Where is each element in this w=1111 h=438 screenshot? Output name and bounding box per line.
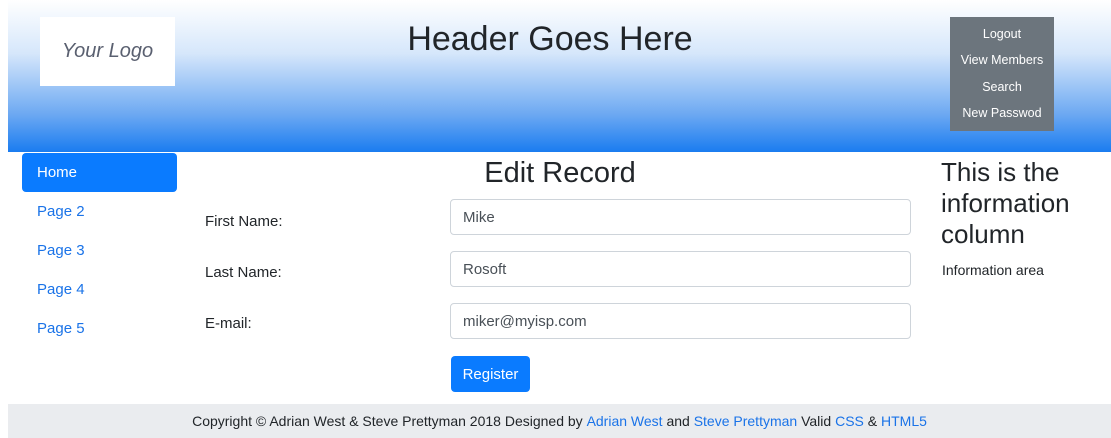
register-button[interactable]: Register	[451, 356, 530, 392]
nav-item-page-5[interactable]: Page 5	[22, 309, 177, 348]
page-header: Your Logo Header Goes Here Logout View M…	[8, 0, 1111, 152]
first-name-input[interactable]	[450, 199, 911, 235]
logout-link[interactable]: Logout	[983, 27, 1021, 42]
nav-item-page-4[interactable]: Page 4	[22, 270, 177, 309]
footer-link-adrian-west[interactable]: Adrian West	[587, 413, 663, 429]
email-input[interactable]	[450, 303, 911, 339]
info-column-title: This is the information column	[941, 157, 1070, 250]
logo: Your Logo	[40, 17, 175, 86]
header-title: Header Goes Here	[407, 20, 693, 58]
last-name-input[interactable]	[450, 251, 911, 287]
footer-text-valid: Valid	[797, 413, 836, 429]
user-menu: Logout View Members Search New Passwod	[950, 17, 1054, 131]
footer-text-amp: &	[863, 413, 881, 429]
footer-link-css[interactable]: CSS	[835, 413, 864, 429]
form-title: Edit Record	[484, 157, 636, 189]
nav-item-page-2[interactable]: Page 2	[22, 192, 177, 231]
sidebar-nav: Home Page 2 Page 3 Page 4 Page 5	[22, 153, 177, 348]
new-password-link[interactable]: New Passwod	[962, 106, 1041, 121]
info-area-text: Information area	[942, 262, 1044, 278]
first-name-label: First Name:	[205, 213, 283, 230]
footer-copyright-text: Copyright © Adrian West & Steve Prettyma…	[192, 413, 587, 429]
page-footer: Copyright © Adrian West & Steve Prettyma…	[8, 404, 1111, 438]
view-members-link[interactable]: View Members	[961, 53, 1043, 68]
footer-link-steve-prettyman[interactable]: Steve Prettyman	[694, 413, 798, 429]
footer-text-and: and	[662, 413, 694, 429]
search-link[interactable]: Search	[982, 80, 1022, 95]
last-name-label: Last Name:	[205, 264, 282, 281]
nav-item-home[interactable]: Home	[22, 153, 177, 192]
footer-link-html5[interactable]: HTML5	[881, 413, 927, 429]
page: Your Logo Header Goes Here Logout View M…	[0, 0, 1111, 438]
email-label: E-mail:	[205, 315, 252, 332]
nav-item-page-3[interactable]: Page 3	[22, 231, 177, 270]
